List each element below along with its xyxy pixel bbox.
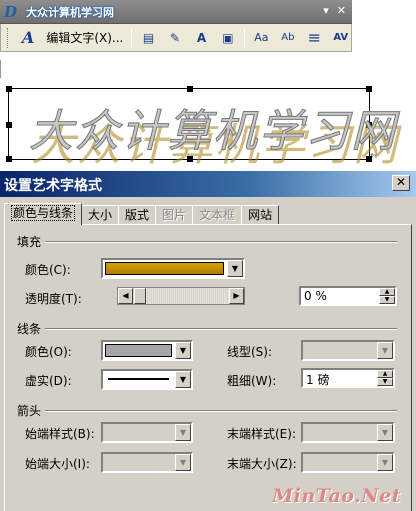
transparency-spinner[interactable]: 0 % ▲ ▼	[299, 286, 397, 306]
fill-color-dropdown[interactable]: ▼	[101, 258, 245, 279]
toolbar-separator	[244, 27, 246, 48]
vertical-text-icon[interactable]: Ab	[278, 27, 298, 49]
begin-size-dropdown: ▼	[101, 452, 193, 473]
tab-web[interactable]: 网站	[241, 205, 280, 225]
tab-panel-colors-and-lines: 填充 颜色(C): ▼ 透明度(T): ◀ ▶ 0 % ▲ ▼ 线条 颜色(O)…	[4, 224, 412, 511]
paragraph-mark: ↵	[370, 150, 379, 161]
line-section-heading: 线条	[17, 322, 42, 336]
text-cursor-mark	[0, 60, 3, 78]
tab-size[interactable]: 大小	[81, 205, 120, 225]
line-color-label: 颜色(O):	[25, 345, 72, 359]
begin-size-label: 始端大小(I):	[25, 457, 90, 471]
toolbar-title-bar[interactable]: D 大众计算机学习网 ▾ ✕	[0, 0, 352, 24]
dash-dropdown[interactable]: ▼	[101, 369, 193, 390]
end-size-dropdown: ▼	[301, 452, 395, 473]
text-wrapping-icon[interactable]: ▣	[218, 27, 238, 49]
wordart-object[interactable]: 大众计算机学习网	[6, 86, 396, 162]
resize-handle[interactable]	[6, 122, 12, 128]
chevron-down-icon: ▼	[377, 454, 393, 471]
dialog-tabs: 颜色与线条 大小 版式 图片 文本框 网站	[4, 203, 280, 225]
transparency-slider[interactable]: ◀ ▶	[117, 287, 245, 305]
toolbar-options-button[interactable]: ▾	[323, 4, 329, 17]
resize-handle[interactable]	[187, 86, 193, 92]
fill-section-heading: 填充	[17, 235, 42, 249]
watermark: MinTao.Net	[272, 485, 401, 507]
wordart-gallery-icon[interactable]: ▤	[138, 27, 158, 49]
slider-thumb[interactable]	[134, 288, 146, 304]
arrows-section-heading: 箭头	[17, 404, 42, 418]
chevron-down-icon: ▼	[175, 424, 191, 441]
tab-layout[interactable]: 版式	[118, 205, 157, 225]
toolbar-separator	[131, 27, 133, 48]
end-style-label: 末端样式(E):	[227, 427, 296, 441]
toolbar-grip[interactable]	[7, 27, 10, 48]
character-spacing-icon[interactable]: AV	[331, 27, 351, 49]
chevron-down-icon: ▼	[175, 454, 191, 471]
end-style-dropdown: ▼	[301, 422, 395, 443]
chevron-down-icon[interactable]: ▼	[227, 260, 243, 277]
chevron-down-icon[interactable]: ▼	[175, 371, 191, 388]
fill-color-label: 颜色(C):	[25, 263, 71, 277]
spin-up-icon[interactable]: ▲	[379, 288, 395, 296]
line-color-swatch	[105, 344, 172, 357]
toolbar-close-button[interactable]: ✕	[337, 4, 346, 17]
section-divider	[45, 328, 397, 330]
slider-right-arrow-icon[interactable]: ▶	[229, 288, 244, 304]
format-wordart-dialog: 设置艺术字格式 ✕ 颜色与线条 大小 版式 图片 文本框 网站 填充 颜色(C)…	[0, 170, 416, 511]
line-style-label: 线型(S):	[227, 345, 273, 359]
wordart-toolbar: A 编辑文字(X)... ▤ ✎ A ▣ Aa Ab ≡ AV	[0, 24, 352, 52]
edit-text-button[interactable]: 编辑文字(X)...	[44, 29, 125, 46]
chevron-down-icon: ▼	[377, 342, 393, 359]
resize-handle[interactable]	[6, 86, 12, 92]
spin-down-icon[interactable]: ▼	[377, 378, 393, 386]
section-divider	[45, 410, 397, 412]
tab-text-box: 文本框	[192, 205, 243, 225]
alignment-icon[interactable]: ≡	[304, 27, 324, 49]
line-weight-spinner[interactable]: 1 磅 ▲ ▼	[301, 368, 395, 388]
line-color-dropdown[interactable]: ▼	[101, 340, 193, 361]
tab-picture: 图片	[155, 205, 194, 225]
dash-label: 虚实(D):	[25, 374, 72, 388]
site-logo: D 大众计算机学习网	[4, 2, 114, 22]
slider-left-arrow-icon[interactable]: ◀	[118, 288, 133, 304]
dialog-close-button[interactable]: ✕	[392, 175, 410, 191]
line-style-dropdown: ▼	[301, 340, 395, 361]
same-letter-heights-icon[interactable]: Aa	[251, 27, 271, 49]
resize-handle[interactable]	[366, 86, 372, 92]
begin-style-dropdown: ▼	[101, 422, 193, 443]
resize-handle[interactable]	[6, 156, 12, 162]
dialog-title: 设置艺术字格式	[4, 178, 102, 194]
wordart-text: 大众计算机学习网	[29, 106, 397, 158]
tab-colors-and-lines[interactable]: 颜色与线条	[4, 203, 83, 225]
dialog-title-bar[interactable]: 设置艺术字格式 ✕	[0, 171, 416, 197]
format-wordart-icon[interactable]: ✎	[165, 27, 185, 49]
chevron-down-icon[interactable]: ▼	[175, 342, 191, 359]
section-divider	[45, 241, 397, 243]
wordart-shape-icon[interactable]: A	[191, 27, 211, 49]
line-weight-value: 1 磅	[306, 373, 330, 387]
begin-style-label: 始端样式(B):	[25, 427, 95, 441]
chevron-down-icon: ▼	[377, 424, 393, 441]
wordart-insert-icon[interactable]: A	[18, 27, 38, 49]
spin-down-icon[interactable]: ▼	[379, 296, 395, 304]
transparency-label: 透明度(T):	[25, 292, 82, 306]
logo-mark-icon: D	[4, 3, 18, 21]
end-size-label: 末端大小(Z):	[227, 457, 297, 471]
transparency-value: 0 %	[304, 289, 327, 303]
solid-line-preview	[108, 378, 169, 380]
line-weight-label: 粗细(W):	[227, 374, 277, 388]
fill-color-swatch	[105, 262, 224, 275]
logo-text: 大众计算机学习网	[26, 6, 114, 19]
spin-up-icon[interactable]: ▲	[377, 370, 393, 378]
